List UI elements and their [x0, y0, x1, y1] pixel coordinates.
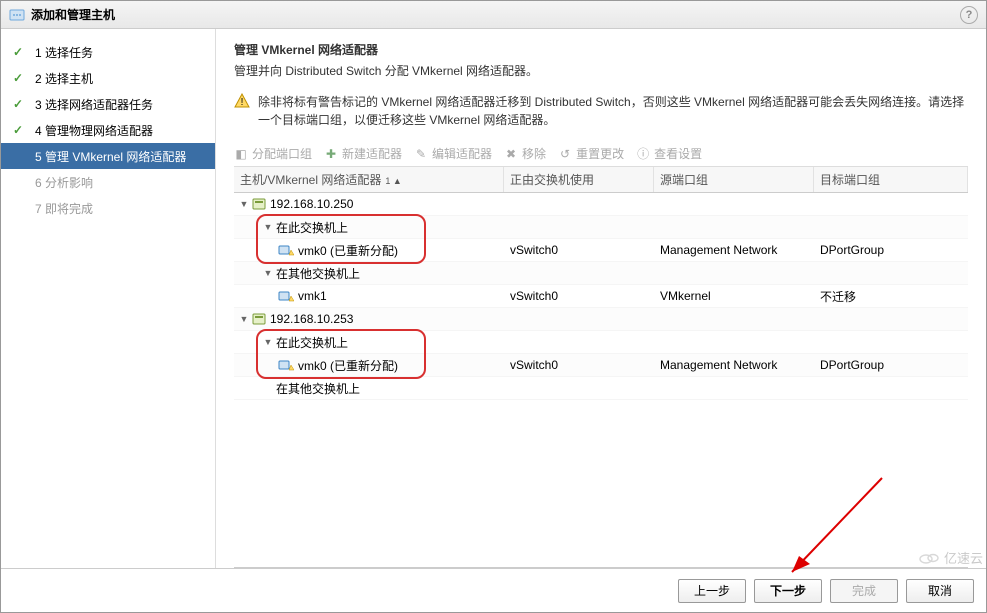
pencil-icon: ✎	[414, 147, 428, 161]
warning-icon: !	[234, 93, 250, 109]
check-icon	[13, 175, 27, 189]
finish-button: 完成	[830, 579, 898, 603]
reset-icon: ↺	[558, 147, 572, 161]
dialog-body: ✓ 1 选择任务 ✓ 2 选择主机 ✓ 3 选择网络适配器任务 ✓ 4 管理物理网络适配器 5 …	[1, 29, 986, 568]
collapse-icon[interactable]: ▼	[262, 336, 274, 348]
adapter-name: vmk0 (已重新分配)	[298, 242, 398, 259]
sort-indicator: 1 ▲	[385, 176, 401, 186]
check-icon	[13, 149, 27, 163]
host-ip: 192.168.10.250	[270, 197, 353, 211]
group-label: 在其他交换机上	[276, 380, 360, 397]
svg-text:!: !	[241, 97, 244, 108]
assign-icon: ◧	[234, 147, 248, 161]
source-portgroup: VMkernel	[654, 289, 814, 303]
group-row[interactable]: 在其他交换机上	[234, 377, 968, 400]
toolbar: ◧分配端口组 ✚新建适配器 ✎编辑适配器 ✖移除 ↺重置更改 ⓘ查看设置	[234, 141, 968, 167]
page-title: 管理 VMkernel 网络适配器	[234, 41, 968, 58]
reset-change-button[interactable]: ↺重置更改	[558, 145, 624, 162]
grid-body: ▼192.168.10.250▼在此交换机上vmk0 (已重新分配)vSwitc…	[234, 193, 968, 568]
vmkernel-nic-icon	[278, 289, 294, 303]
page-subtitle: 管理并向 Distributed Switch 分配 VMkernel 网络适配…	[234, 62, 968, 79]
wizard-sidebar: ✓ 1 选择任务 ✓ 2 选择主机 ✓ 3 选择网络适配器任务 ✓ 4 管理物理网络适配器 5 …	[1, 29, 216, 568]
cancel-button[interactable]: 取消	[906, 579, 974, 603]
next-button[interactable]: 下一步	[754, 579, 822, 603]
warning-row: ! 除非将标有警告标记的 VMkernel 网络适配器迁移到 Distribut…	[234, 93, 968, 129]
host-icon	[252, 197, 266, 211]
host-row[interactable]: ▼ 192.168.10.253	[234, 308, 968, 331]
check-icon	[13, 201, 27, 215]
switch-name: vSwitch0	[504, 243, 654, 257]
switch-name: vSwitch0	[504, 289, 654, 303]
adapter-row[interactable]: vmk0 (已重新分配) vSwitch0Management NetworkDP…	[234, 354, 968, 377]
adapter-name: vmk0 (已重新分配)	[298, 357, 398, 374]
help-icon[interactable]: ?	[960, 6, 978, 24]
plus-icon: ✚	[324, 147, 338, 161]
dialog: 添加和管理主机 ? ✓ 1 选择任务 ✓ 2 选择主机 ✓ 3 选择网络适配器任务 ✓ 4 管…	[0, 0, 987, 613]
step-label: 6 分析影响	[35, 174, 93, 191]
wizard-step-7: 7 即将完成	[1, 195, 215, 221]
col-header-switch[interactable]: 正由交换机使用	[504, 167, 654, 192]
wizard-step-3[interactable]: ✓ 3 选择网络适配器任务	[1, 91, 215, 117]
group-row[interactable]: ▼在其他交换机上	[234, 262, 968, 285]
titlebar: 添加和管理主机 ?	[1, 1, 986, 29]
source-portgroup: Management Network	[654, 243, 814, 257]
wizard-icon	[9, 7, 25, 23]
footer: 上一步 下一步 完成 取消	[1, 568, 986, 612]
host-row[interactable]: ▼ 192.168.10.250	[234, 193, 968, 216]
col-header-host[interactable]: 主机/VMkernel 网络适配器1 ▲	[234, 167, 504, 192]
check-icon: ✓	[13, 71, 27, 85]
view-settings-button[interactable]: ⓘ查看设置	[636, 145, 702, 162]
warning-text: 除非将标有警告标记的 VMkernel 网络适配器迁移到 Distributed…	[258, 93, 968, 129]
col-header-source[interactable]: 源端口组	[654, 167, 814, 192]
target-portgroup: 不迁移	[814, 288, 968, 305]
group-label: 在此交换机上	[276, 219, 348, 236]
wizard-step-6: 6 分析影响	[1, 169, 215, 195]
edit-adapter-button[interactable]: ✎编辑适配器	[414, 145, 492, 162]
target-portgroup: DPortGroup	[814, 243, 968, 257]
back-button[interactable]: 上一步	[678, 579, 746, 603]
collapse-icon[interactable]: ▼	[238, 313, 250, 325]
group-row[interactable]: ▼在此交换机上	[234, 216, 968, 239]
vmkernel-nic-icon	[278, 358, 294, 372]
target-portgroup: DPortGroup	[814, 358, 968, 372]
wizard-step-1[interactable]: ✓ 1 选择任务	[1, 39, 215, 65]
collapse-icon[interactable]: ▼	[262, 267, 274, 279]
check-icon: ✓	[13, 123, 27, 137]
main-panel: 管理 VMkernel 网络适配器 管理并向 Distributed Switc…	[216, 29, 986, 568]
source-portgroup: Management Network	[654, 358, 814, 372]
info-icon: ⓘ	[636, 147, 650, 161]
group-row[interactable]: ▼在此交换机上	[234, 331, 968, 354]
adapter-name: vmk1	[298, 289, 327, 303]
step-label: 2 选择主机	[35, 70, 93, 87]
collapse-icon[interactable]: ▼	[238, 198, 250, 210]
step-label: 5 管理 VMkernel 网络适配器	[35, 148, 186, 165]
step-label: 4 管理物理网络适配器	[35, 122, 153, 139]
wizard-step-5[interactable]: 5 管理 VMkernel 网络适配器	[1, 143, 215, 169]
group-label: 在其他交换机上	[276, 265, 360, 282]
step-label: 3 选择网络适配器任务	[35, 96, 153, 113]
wizard-step-2[interactable]: ✓ 2 选择主机	[1, 65, 215, 91]
assign-portgroup-button[interactable]: ◧分配端口组	[234, 145, 312, 162]
host-icon	[252, 312, 266, 326]
wizard-step-4[interactable]: ✓ 4 管理物理网络适配器	[1, 117, 215, 143]
new-adapter-button[interactable]: ✚新建适配器	[324, 145, 402, 162]
collapse-icon[interactable]	[262, 382, 274, 394]
col-header-target[interactable]: 目标端口组	[814, 167, 968, 192]
check-icon: ✓	[13, 97, 27, 111]
step-label: 7 即将完成	[35, 200, 93, 217]
grid-header: 主机/VMkernel 网络适配器1 ▲ 正由交换机使用 源端口组 目标端口组	[234, 167, 968, 193]
collapse-icon[interactable]: ▼	[262, 221, 274, 233]
watermark: 亿速云	[918, 548, 983, 567]
vmkernel-nic-icon	[278, 243, 294, 257]
remove-icon: ✖	[504, 147, 518, 161]
step-label: 1 选择任务	[35, 44, 93, 61]
adapter-row[interactable]: vmk0 (已重新分配) vSwitch0Management NetworkDP…	[234, 239, 968, 262]
switch-name: vSwitch0	[504, 358, 654, 372]
group-label: 在此交换机上	[276, 334, 348, 351]
dialog-title: 添加和管理主机	[31, 6, 115, 23]
check-icon: ✓	[13, 45, 27, 59]
adapter-row[interactable]: vmk1 vSwitch0VMkernel不迁移	[234, 285, 968, 308]
host-ip: 192.168.10.253	[270, 312, 353, 326]
remove-button[interactable]: ✖移除	[504, 145, 546, 162]
